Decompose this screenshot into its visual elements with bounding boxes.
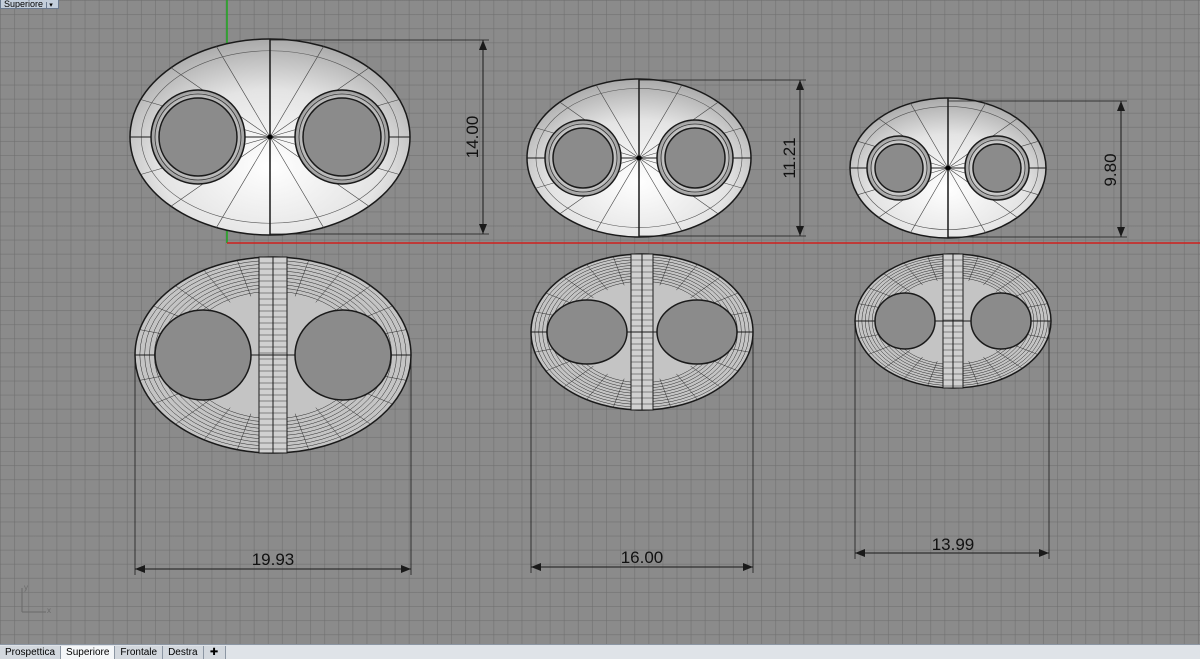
- dimension-arrow: [796, 80, 804, 90]
- center-point: [945, 165, 951, 171]
- hole: [656, 299, 738, 365]
- hole: [664, 127, 726, 189]
- dimension-height-medium: 11.21: [780, 137, 799, 178]
- dimension-arrow: [743, 563, 753, 571]
- dimension-arrow: [401, 565, 411, 573]
- center-point: [636, 155, 642, 161]
- hole: [874, 292, 936, 350]
- axis-x-letter: x: [47, 606, 51, 615]
- viewport-top[interactable]: 14.00 11.21 9.80 19.93 16.00 13.99 y x S…: [0, 0, 1200, 644]
- tab-superiore[interactable]: Superiore: [61, 646, 116, 659]
- tab-destra[interactable]: Destra: [163, 646, 204, 659]
- add-tab-icon[interactable]: ✚: [203, 646, 226, 659]
- dimension-arrow: [135, 565, 145, 573]
- hole: [158, 97, 238, 177]
- dimension-arrow: [855, 549, 865, 557]
- dimension-arrow: [1117, 227, 1125, 237]
- viewport-title[interactable]: Superiore ▾: [0, 0, 60, 9]
- axis-y-letter: y: [24, 583, 28, 592]
- dimension-width-medium: 16.00: [621, 548, 664, 567]
- dimension-width-small: 13.99: [932, 535, 975, 554]
- model-canvas[interactable]: 14.00 11.21 9.80 19.93 16.00 13.99 y x: [0, 0, 1200, 644]
- hole: [546, 299, 628, 365]
- hole: [154, 309, 252, 401]
- viewport-title-label: Superiore: [4, 0, 44, 9]
- dimension-arrow: [479, 40, 487, 50]
- model-objects[interactable]: [129, 38, 1127, 575]
- tab-frontale[interactable]: Frontale: [115, 646, 164, 659]
- hole: [294, 309, 392, 401]
- tab-prospettica[interactable]: Prospettica: [0, 646, 62, 659]
- hole: [972, 143, 1022, 193]
- dimension-arrow: [531, 563, 541, 571]
- dimension-arrow: [796, 226, 804, 236]
- center-point: [267, 134, 273, 140]
- dimension-height-large: 14.00: [463, 116, 482, 159]
- hole: [874, 143, 924, 193]
- hole: [970, 292, 1032, 350]
- viewport-tab-bar: Prospettica Superiore Frontale Destra ✚: [0, 644, 1200, 659]
- hole: [302, 97, 382, 177]
- dimension-width-large: 19.93: [252, 550, 295, 569]
- chevron-down-icon[interactable]: ▾: [46, 2, 55, 8]
- dimension-arrow: [1039, 549, 1049, 557]
- dimension-arrow: [479, 224, 487, 234]
- hole: [552, 127, 614, 189]
- dimension-height-small: 9.80: [1101, 153, 1120, 186]
- dimension-arrow: [1117, 101, 1125, 111]
